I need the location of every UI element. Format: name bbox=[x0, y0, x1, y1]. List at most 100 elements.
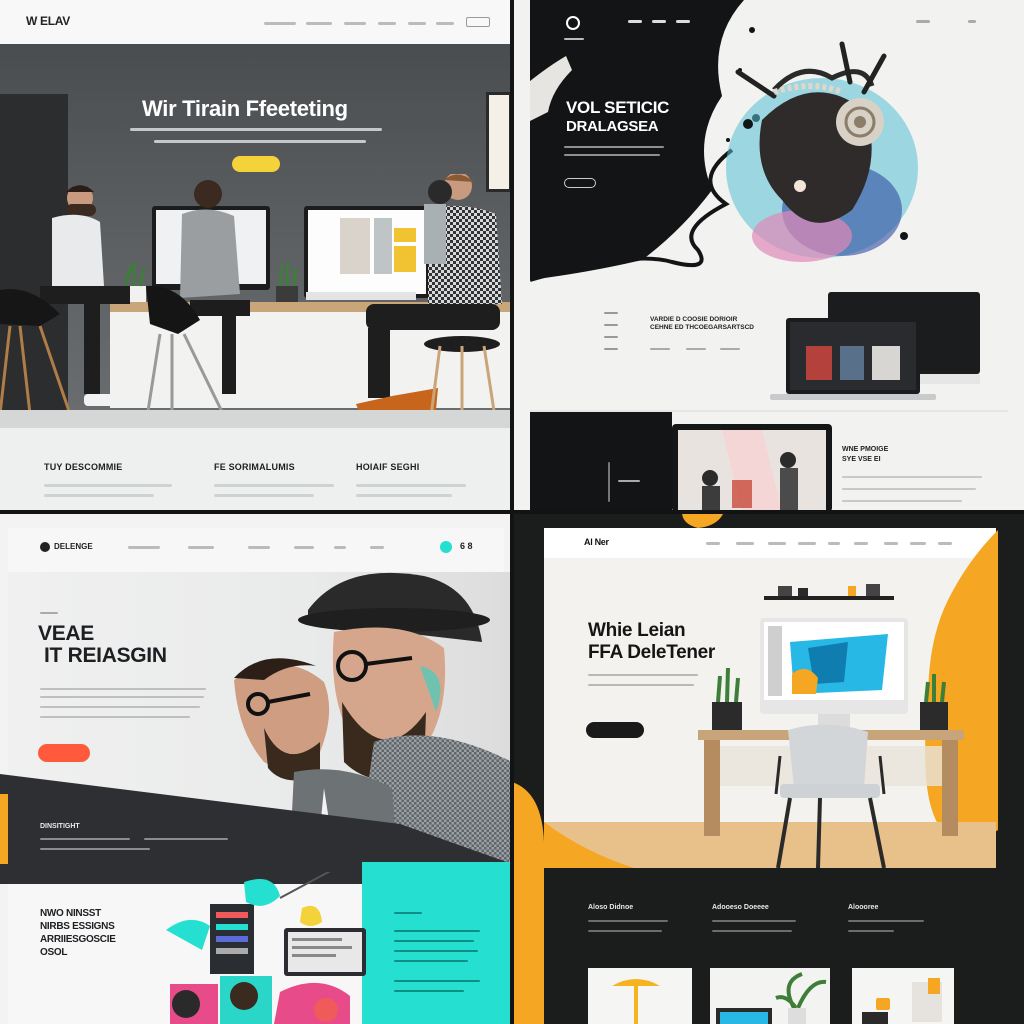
feature-text-line bbox=[44, 484, 172, 487]
section-line bbox=[604, 324, 618, 326]
hero-subtitle-line bbox=[588, 674, 698, 676]
teal-panel bbox=[362, 862, 512, 1024]
hero-subtitle-line bbox=[130, 128, 382, 131]
logo[interactable]: W ELAV bbox=[26, 14, 70, 28]
nav-link[interactable] bbox=[306, 22, 332, 25]
feature-text-line bbox=[214, 484, 334, 487]
logo-icon[interactable] bbox=[566, 16, 580, 30]
panel-line bbox=[394, 912, 422, 914]
section-line bbox=[604, 312, 618, 314]
nav-link[interactable] bbox=[652, 20, 666, 23]
feature-text-line bbox=[588, 920, 668, 922]
hero-cta-button[interactable] bbox=[38, 744, 90, 762]
band-label: DINSITIGHT bbox=[40, 823, 80, 830]
hero-subtitle-line bbox=[154, 140, 366, 143]
eyebrow-line bbox=[40, 612, 58, 614]
block-title-line: OSOL bbox=[40, 947, 68, 958]
hero-subtitle-line bbox=[564, 146, 664, 148]
nav-link[interactable] bbox=[334, 546, 346, 549]
top-nav: W ELAV bbox=[0, 0, 512, 44]
feature-text-line bbox=[44, 494, 154, 497]
feature-title: Aloso Didnoe bbox=[588, 904, 634, 911]
logo-icon[interactable] bbox=[40, 542, 50, 552]
nav-button[interactable] bbox=[466, 17, 490, 27]
nav-link[interactable] bbox=[884, 542, 898, 545]
nav-link[interactable] bbox=[676, 20, 690, 23]
hero-subtitle-line bbox=[40, 696, 204, 698]
logo-caption-line bbox=[564, 38, 584, 40]
section-line bbox=[650, 348, 670, 350]
logo[interactable]: Al Ner bbox=[584, 537, 609, 547]
hero-subtitle-line bbox=[564, 154, 660, 156]
nav-link[interactable] bbox=[408, 22, 426, 25]
hero-title-line1: Whie Leian bbox=[588, 620, 686, 641]
feature-title: FE SORIMALUMIS bbox=[214, 462, 295, 472]
accent-dot-icon[interactable] bbox=[440, 541, 452, 553]
hero-title-line2: IT REIASGIN bbox=[44, 644, 167, 667]
hero-subtitle-line bbox=[40, 688, 206, 690]
nav-link[interactable] bbox=[370, 546, 384, 549]
caption-line bbox=[618, 480, 640, 482]
logo[interactable]: DELENGE bbox=[54, 542, 93, 551]
hero-title-line1: VEAE bbox=[38, 622, 94, 645]
nav-link[interactable] bbox=[248, 546, 270, 549]
section-line bbox=[604, 348, 618, 350]
panel-line bbox=[394, 980, 480, 982]
hero-cta-button[interactable] bbox=[586, 722, 644, 738]
nav-link[interactable] bbox=[854, 542, 868, 545]
feature-title: Adooeso Doeeee bbox=[712, 904, 769, 911]
band-text-line bbox=[144, 838, 228, 840]
nav-link[interactable] bbox=[768, 542, 786, 545]
nav-link[interactable] bbox=[628, 20, 642, 23]
nav-link[interactable] bbox=[798, 542, 816, 545]
band-text-line bbox=[40, 848, 150, 850]
feature-text-line bbox=[712, 930, 792, 932]
hero-subtitle-line bbox=[588, 684, 694, 686]
nav-link[interactable] bbox=[736, 542, 754, 545]
screenshot-grid: W ELAV Wir Tirain Ffeeteting TUY DESCOMM… bbox=[0, 0, 1024, 1024]
website-mockup-1: W ELAV Wir Tirain Ffeeteting TUY DESCOMM… bbox=[0, 0, 512, 512]
card-image-plant bbox=[710, 968, 830, 1024]
section-line bbox=[604, 336, 618, 338]
nav-link[interactable] bbox=[294, 546, 314, 549]
side-heading-line1: WNE PMOIGE bbox=[842, 446, 889, 453]
laptop-photo bbox=[672, 424, 832, 512]
card-image-lamp bbox=[588, 968, 692, 1024]
block-title-line: NWO NINSST bbox=[40, 908, 101, 919]
feature-text-line bbox=[214, 494, 314, 497]
devices-mockup bbox=[770, 292, 980, 400]
panel-line bbox=[394, 960, 468, 962]
hero-cta-button[interactable] bbox=[564, 178, 596, 188]
block-title-line: ARRIIESGOSCIE bbox=[40, 934, 116, 945]
website-mockup-2: VOL SETICIC DRALAGSEA VARDIE D COOSIE DO… bbox=[512, 0, 1024, 512]
feature-text-line bbox=[712, 920, 796, 922]
nav-link[interactable] bbox=[188, 546, 214, 549]
nav-link[interactable] bbox=[828, 542, 840, 545]
nav-link[interactable] bbox=[706, 542, 720, 545]
nav-link[interactable] bbox=[378, 22, 396, 25]
feature-title: Aloooree bbox=[848, 904, 879, 911]
section-heading: VARDIE D COOSIE DORIOIR bbox=[650, 316, 738, 323]
section-subheading: CEHNE ED THCOEGARSARTSCD bbox=[650, 324, 755, 331]
nav-link[interactable] bbox=[344, 22, 366, 25]
feature-text-line bbox=[356, 484, 466, 487]
hero-title: Wir Tirain Ffeeteting bbox=[142, 96, 348, 121]
hero-cta-button[interactable] bbox=[232, 156, 280, 172]
feature-text-line bbox=[848, 920, 924, 922]
side-text-line bbox=[842, 476, 982, 478]
vertical-divider bbox=[608, 462, 610, 502]
feature-title: TUY DESCOMMIE bbox=[44, 462, 123, 472]
nav-link[interactable] bbox=[128, 546, 160, 549]
feature-title: HOIAIF SEGHI bbox=[356, 462, 420, 472]
nav-link[interactable] bbox=[264, 22, 296, 25]
nav-link[interactable] bbox=[916, 20, 930, 23]
feature-text-line bbox=[588, 930, 662, 932]
nav-link[interactable] bbox=[436, 22, 454, 25]
hero-title-line1: VOL SETICIC bbox=[566, 98, 670, 117]
divider-horizontal bbox=[0, 510, 1024, 514]
side-text-line bbox=[842, 488, 976, 490]
band-text-line bbox=[40, 838, 130, 840]
nav-link[interactable] bbox=[968, 20, 976, 23]
workspace-illustration bbox=[698, 584, 964, 868]
hero-title-line2: DRALAGSEA bbox=[566, 118, 659, 135]
